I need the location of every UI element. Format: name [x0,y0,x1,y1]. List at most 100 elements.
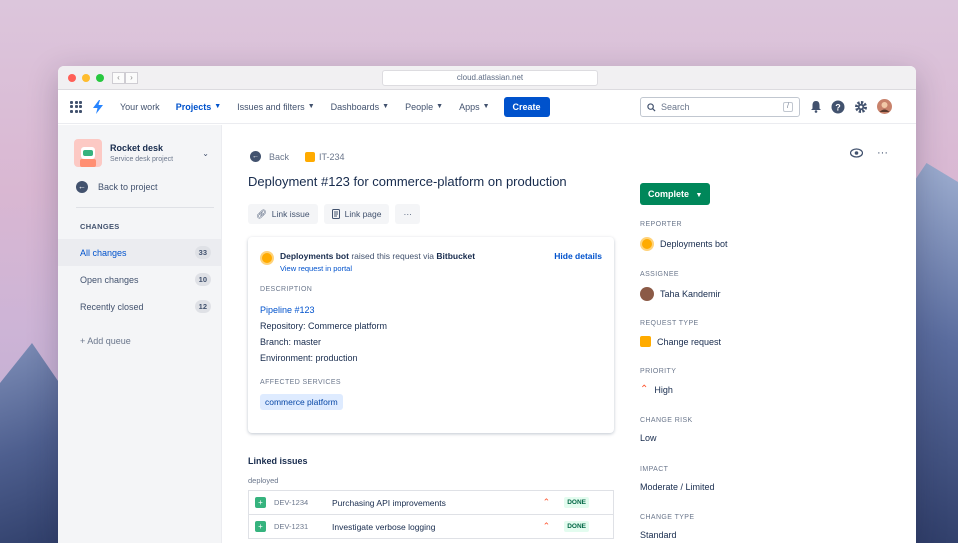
chevron-down-icon: ▼ [482,103,490,110]
link-page-button[interactable]: Link page [323,204,390,224]
reporter-name[interactable]: Deployments bot [280,251,349,261]
change-risk-value[interactable]: Low [640,433,693,443]
linked-issue-summary[interactable]: Investigate verbose logging [332,522,436,532]
breadcrumb: ← Back IT-234 [250,151,345,162]
impact-value[interactable]: Moderate / Limited [640,482,715,492]
hide-details-link[interactable]: Hide details [554,251,602,261]
rocket-character-icon [80,147,96,167]
field-assignee: ASSIGNEE Taha Kandemir [640,271,721,301]
issue-title[interactable]: Deployment #123 for commerce-platform on… [248,174,567,189]
maximize-window-button[interactable] [96,73,104,82]
assignee-value[interactable]: Taha Kandemir [640,287,721,301]
search-shortcut-key: / [783,102,793,112]
field-priority: PRIORITY ⌃ High [640,368,677,395]
back-to-project-label: Back to project [98,182,158,192]
jira-logo-icon[interactable] [92,99,104,114]
field-change-type: CHANGE TYPE Standard [640,514,695,540]
linked-issue-key[interactable]: DEV-1231 [274,522,322,531]
minimize-window-button[interactable] [82,73,90,82]
queue-label: All changes [80,247,127,258]
nav-your-work[interactable]: Your work [120,102,160,112]
description-environment: Environment: production [260,353,358,363]
linked-issue-row[interactable]: + DEV-1231 Investigate verbose logging ⌃… [248,514,614,539]
back-arrow-icon[interactable]: ← [250,151,261,162]
top-navigation: Your work Projects ▼ Issues and filters … [58,90,916,124]
browser-back-icon[interactable]: ‹ [112,71,125,84]
pipeline-link[interactable]: Pipeline #123 [260,302,602,318]
queue-all-changes[interactable]: All changes 33 [58,239,221,266]
chevron-down-icon: ▼ [214,103,222,110]
status-badge: DONE [564,521,589,532]
affected-service-tag[interactable]: commerce platform [260,394,343,410]
priority-high-icon: ⌃ [542,497,551,507]
bot-avatar [260,251,274,265]
story-plus-icon: + [255,521,266,532]
notifications-bell-icon[interactable] [810,100,822,113]
user-avatar[interactable] [877,99,892,114]
description-repository: Repository: Commerce platform [260,321,388,331]
project-title: Rocket desk [110,143,164,153]
nav-apps[interactable]: Apps ▼ [459,102,489,112]
search-icon [647,102,656,112]
nav-issues-and-filters[interactable]: Issues and filters ▼ [237,102,314,112]
arrow-left-icon: ← [76,181,88,193]
issue-main: ← Back IT-234 ··· Deployment #123 for co… [222,125,916,543]
breadcrumb-back-link[interactable]: Back [269,152,289,162]
chevron-down-icon: ▼ [307,103,315,110]
project-avatar [74,139,102,167]
request-type-value[interactable]: Change request [640,336,721,347]
queue-count-badge: 10 [194,273,211,286]
field-reporter: REPORTER Deployments bot [640,221,728,251]
help-icon[interactable]: ? [831,100,845,114]
priority-high-icon: ⌃ [640,384,649,395]
search-placeholder: Search [661,102,690,112]
add-queue-button[interactable]: + Add queue [80,336,221,346]
card-header: Deployments bot raised this request via … [260,251,602,273]
priority-value[interactable]: ⌃ High [640,384,676,395]
bot-avatar [640,237,654,251]
settings-gear-icon[interactable] [854,100,868,114]
app-switcher-icon[interactable] [70,100,82,113]
svg-text:?: ? [835,102,841,112]
close-window-button[interactable] [68,73,76,82]
breadcrumb-issue-key[interactable]: IT-234 [305,151,345,162]
queue-recently-closed[interactable]: Recently closed 12 [58,293,221,320]
project-type: Service desk project [110,156,174,163]
nav-icon-group: ? [810,99,892,114]
project-header[interactable]: Rocket desk Service desk project ⌄ [58,125,221,167]
chevron-down-icon[interactable]: ⌄ [202,149,209,158]
chevron-down-icon: ▼ [695,192,703,199]
linked-issue-summary[interactable]: Purchasing API improvements [332,498,446,508]
linked-issues-relation: deployed [248,476,279,485]
affected-services-label: AFFECTED SERVICES [260,379,341,386]
nav-dashboards[interactable]: Dashboards ▼ [331,102,389,112]
link-issue-button[interactable]: 🔗︎ Link issue [248,204,318,224]
status-transition-button[interactable]: Complete ▼ [640,183,711,205]
create-button[interactable]: Create [503,96,550,117]
issue-header-actions: ··· [850,147,888,159]
description-body: Pipeline #123 Repository: Commerce platf… [260,302,602,366]
queue-open-changes[interactable]: Open changes 10 [58,266,221,293]
source-name: Bitbucket [436,251,476,261]
linked-issue-row[interactable]: + DEV-1234 Purchasing API improvements ⌃… [248,490,614,515]
browser-forward-icon[interactable]: › [125,71,138,84]
url-bar[interactable]: cloud.atlassian.net [382,70,598,86]
reporter-value[interactable]: Deployments bot [640,237,728,251]
queue-count-badge: 33 [194,246,211,259]
queue-count-badge: 12 [194,300,211,313]
back-to-project-link[interactable]: ← Back to project [76,181,214,208]
page-icon [331,209,340,219]
status-badge: DONE [564,497,589,508]
watch-eye-icon[interactable] [850,148,863,158]
search-input[interactable]: Search / [640,97,800,117]
browser-nav-buttons: ‹ › [112,71,138,84]
view-in-portal-link[interactable]: View request in portal [280,264,475,273]
nav-projects[interactable]: Projects ▼ [176,102,221,112]
nav-people[interactable]: People ▼ [405,102,443,112]
change-type-value[interactable]: Standard [640,530,694,540]
project-sidebar: Rocket desk Service desk project ⌄ ← Bac… [58,125,222,543]
linked-issue-key[interactable]: DEV-1234 [274,498,322,507]
more-options-icon[interactable]: ··· [877,147,888,159]
description-branch: Branch: master [260,337,322,347]
more-actions-button[interactable]: ··· [395,204,420,224]
